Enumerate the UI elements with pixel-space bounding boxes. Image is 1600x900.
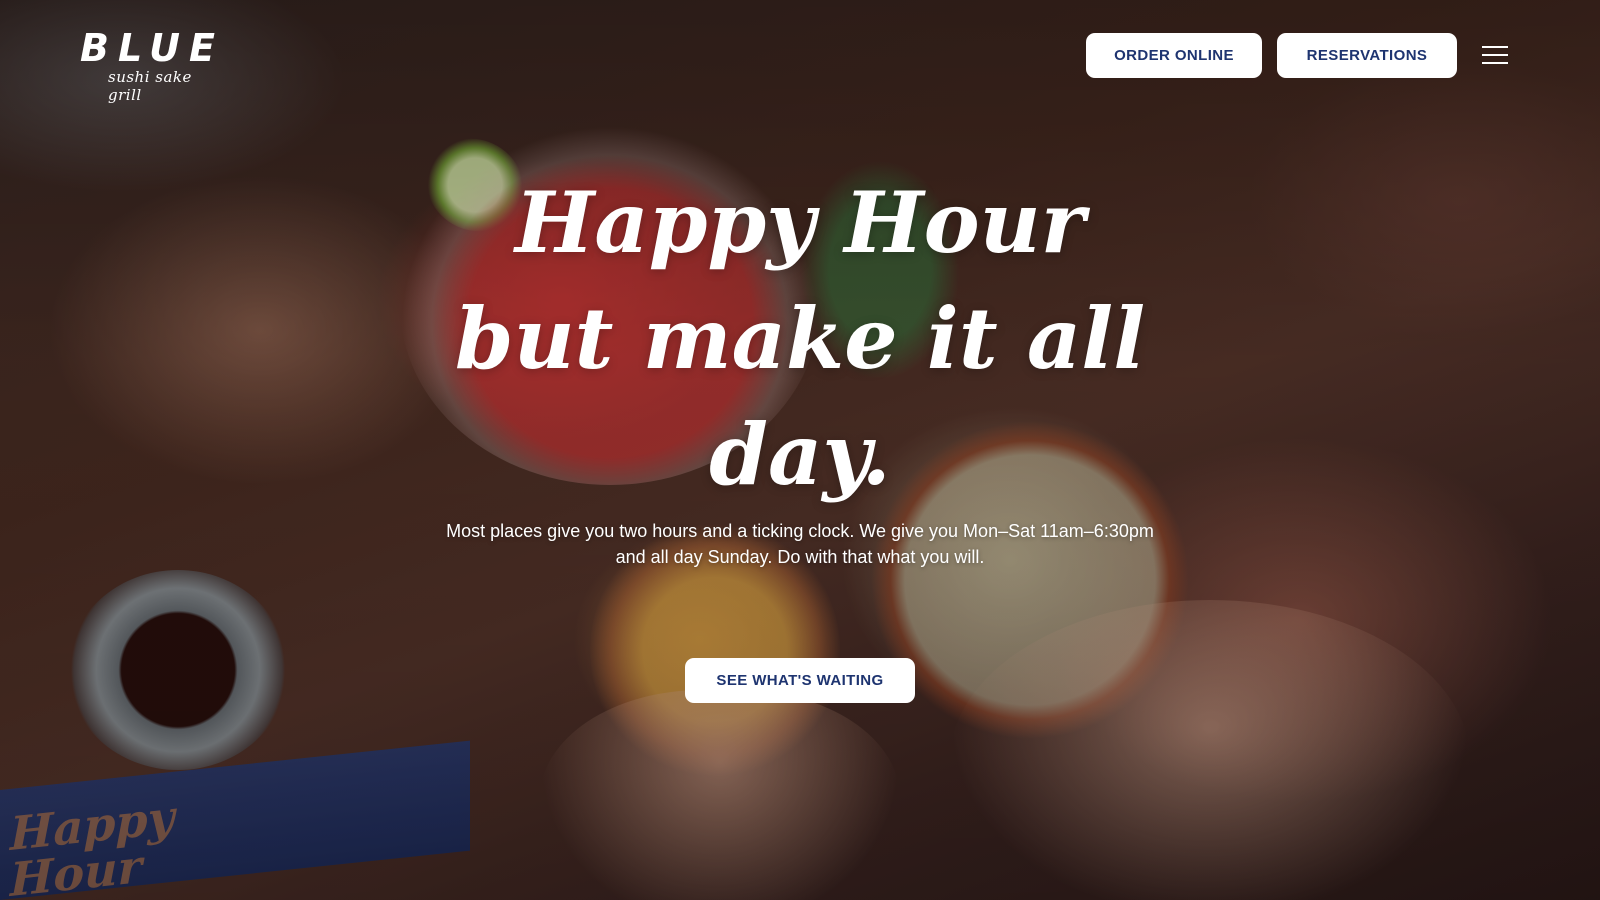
hero-subtitle: Most places give you two hours and a tic… — [446, 521, 1154, 567]
hero-title-line: Happy Hour — [514, 173, 1086, 272]
menu-bar — [1482, 54, 1508, 56]
menu-bar — [1482, 62, 1508, 64]
brand-logo[interactable]: BLUE sushi sake grill — [80, 26, 224, 104]
reservations-button[interactable]: RESERVATIONS — [1277, 33, 1457, 78]
logo-tagline: sushi sake grill — [108, 68, 192, 104]
order-online-button[interactable]: ORDER ONLINE — [1086, 33, 1262, 78]
hero-title-line: day. — [709, 405, 891, 504]
site-header: BLUE sushi sake grill ORDER ONLINE RESER… — [0, 0, 1600, 110]
hero-title: Happy Hour but make it all day. — [400, 165, 1200, 513]
hero-title-line: but make it all — [454, 289, 1146, 388]
logo-wordmark: BLUE — [80, 26, 224, 70]
hamburger-menu-icon[interactable] — [1482, 43, 1508, 67]
see-whats-waiting-button[interactable]: SEE WHAT'S WAITING — [685, 658, 915, 703]
menu-bar — [1482, 46, 1508, 48]
